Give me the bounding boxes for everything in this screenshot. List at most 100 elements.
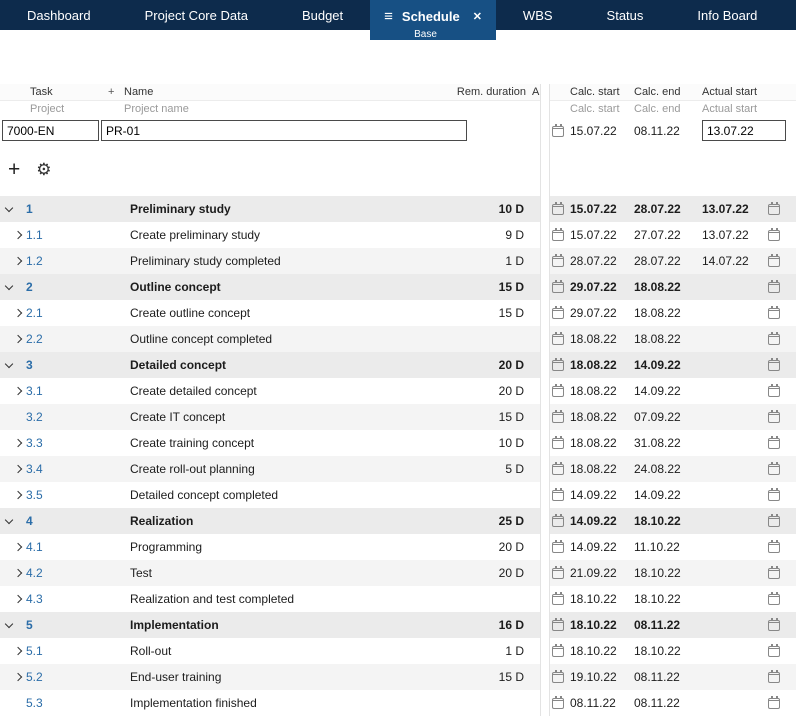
rem-duration-column-header[interactable]: Rem. duration: [457, 86, 526, 98]
task-row-3.1[interactable]: 3.1 Create detailed concept 20 D 18.08.22 14…: [0, 378, 796, 404]
task-row-2.1[interactable]: 2.1 Create outline concept 15 D 29.07.22 18.…: [0, 300, 796, 326]
tab-schedule[interactable]: ≡ Schedule ✕ Base: [370, 0, 496, 40]
chevron-right-icon[interactable]: [13, 464, 23, 474]
calendar-icon[interactable]: [552, 436, 564, 449]
project-name-input[interactable]: [101, 120, 467, 141]
task-row-5[interactable]: 5 Implementation 16 D 18.10.22 08.11.22: [0, 612, 796, 638]
calendar-icon[interactable]: [552, 410, 564, 423]
calendar-icon[interactable]: [768, 202, 780, 215]
calc-end-column-header[interactable]: Calc. end: [634, 86, 702, 98]
tab-status[interactable]: Status: [580, 0, 671, 30]
chevron-right-icon[interactable]: [13, 594, 23, 604]
task-row-1.1[interactable]: 1.1 Create preliminary study 9 D 15.07.22 27…: [0, 222, 796, 248]
calendar-icon[interactable]: [552, 254, 564, 267]
task-row-5.1[interactable]: 5.1 Roll-out 1 D 18.10.22 18.10.22: [0, 638, 796, 664]
task-row-4.2[interactable]: 4.2 Test 20 D 21.09.22 18.10.22: [0, 560, 796, 586]
calendar-icon[interactable]: [768, 384, 780, 397]
chevron-right-icon[interactable]: [13, 334, 23, 344]
calendar-icon[interactable]: [768, 514, 780, 527]
tab-budget[interactable]: Budget: [275, 0, 370, 30]
menu-icon[interactable]: ≡: [384, 9, 393, 24]
calendar-icon[interactable]: [552, 280, 564, 293]
chevron-right-icon[interactable]: [13, 308, 23, 318]
calendar-icon[interactable]: [768, 644, 780, 657]
calendar-icon[interactable]: [552, 670, 564, 683]
chevron-right-icon[interactable]: [13, 256, 23, 266]
tab-wbs[interactable]: WBS: [496, 0, 580, 30]
calendar-icon[interactable]: [552, 228, 564, 241]
name-column-header[interactable]: Name: [124, 86, 457, 98]
calendar-icon[interactable]: [768, 670, 780, 683]
task-row-4.3[interactable]: 4.3 Realization and test completed 18.10.2…: [0, 586, 796, 612]
calendar-icon[interactable]: [552, 462, 564, 475]
chevron-right-icon[interactable]: [13, 490, 23, 500]
calendar-icon[interactable]: [768, 592, 780, 605]
calendar-icon[interactable]: [768, 462, 780, 475]
task-row-3.5[interactable]: 3.5 Detailed concept completed 14.09.22 14.…: [0, 482, 796, 508]
calendar-icon[interactable]: [552, 696, 564, 709]
calendar-icon[interactable]: [768, 280, 780, 293]
chevron-down-icon[interactable]: [4, 203, 14, 212]
calendar-icon[interactable]: [768, 540, 780, 553]
calendar-icon[interactable]: [552, 540, 564, 553]
close-icon[interactable]: ✕: [473, 10, 482, 23]
chevron-down-icon[interactable]: [4, 281, 14, 290]
calendar-icon[interactable]: [552, 514, 564, 527]
actual-start-column-header[interactable]: Actual start: [702, 86, 766, 98]
calendar-icon[interactable]: [768, 696, 780, 709]
task-row-1[interactable]: 1 Preliminary study 10 D 15.07.22 28.07.22 13…: [0, 196, 796, 222]
calendar-icon[interactable]: [768, 228, 780, 241]
task-row-4[interactable]: 4 Realization 25 D 14.09.22 18.10.22: [0, 508, 796, 534]
calendar-icon[interactable]: [768, 410, 780, 423]
calendar-icon[interactable]: [552, 358, 564, 371]
task-row-1.2[interactable]: 1.2 Preliminary study completed 1 D 28.07.2…: [0, 248, 796, 274]
task-row-3.4[interactable]: 3.4 Create roll-out planning 5 D 18.08.22 24…: [0, 456, 796, 482]
calendar-icon[interactable]: [552, 332, 564, 345]
calendar-icon[interactable]: [768, 566, 780, 579]
gear-icon[interactable]: ⚙: [36, 160, 51, 180]
chevron-right-icon[interactable]: [13, 438, 23, 448]
task-column-header[interactable]: Task: [30, 86, 108, 98]
add-task-icon[interactable]: +: [8, 159, 20, 180]
calendar-icon[interactable]: [552, 306, 564, 319]
project-actual-start-input[interactable]: [702, 120, 786, 141]
chevron-right-icon[interactable]: [13, 568, 23, 578]
add-column-icon[interactable]: +: [108, 86, 124, 98]
tab-project-core-data[interactable]: Project Core Data: [118, 0, 275, 30]
task-row-5.2[interactable]: 5.2 End-user training 15 D 19.10.22 08.11.22: [0, 664, 796, 690]
calendar-icon[interactable]: [768, 488, 780, 501]
task-row-3.2[interactable]: 3.2 Create IT concept 15 D 18.08.22 07.09.22: [0, 404, 796, 430]
calendar-icon[interactable]: [552, 644, 564, 657]
task-row-4.1[interactable]: 4.1 Programming 20 D 14.09.22 11.10.22: [0, 534, 796, 560]
calendar-icon[interactable]: [552, 566, 564, 579]
calendar-icon[interactable]: [552, 384, 564, 397]
calendar-icon[interactable]: [552, 592, 564, 605]
chevron-right-icon[interactable]: [13, 386, 23, 396]
chevron-right-icon[interactable]: [13, 542, 23, 552]
chevron-down-icon[interactable]: [4, 515, 14, 524]
task-row-2.2[interactable]: 2.2 Outline concept completed 18.08.22 18.0…: [0, 326, 796, 352]
task-row-5.3[interactable]: 5.3 Implementation finished 08.11.22 08.11.…: [0, 690, 796, 716]
cut-off-column-header[interactable]: A: [526, 86, 540, 98]
task-row-3[interactable]: 3 Detailed concept 20 D 18.08.22 14.09.22: [0, 352, 796, 378]
chevron-right-icon[interactable]: [13, 230, 23, 240]
calendar-icon[interactable]: [552, 202, 564, 215]
chevron-right-icon[interactable]: [13, 646, 23, 656]
task-row-3.3[interactable]: 3.3 Create training concept 10 D 18.08.22 31…: [0, 430, 796, 456]
calendar-icon[interactable]: [768, 618, 780, 631]
calendar-icon[interactable]: [768, 254, 780, 267]
calendar-icon[interactable]: [768, 332, 780, 345]
chevron-down-icon[interactable]: [4, 359, 14, 368]
calc-start-column-header[interactable]: Calc. start: [570, 86, 634, 98]
project-id-input[interactable]: [2, 120, 99, 141]
calendar-icon[interactable]: [552, 488, 564, 501]
chevron-right-icon[interactable]: [13, 672, 23, 682]
calendar-icon[interactable]: [768, 358, 780, 371]
calendar-icon[interactable]: [552, 618, 564, 631]
calendar-icon[interactable]: [768, 306, 780, 319]
tab-info-board[interactable]: Info Board: [670, 0, 784, 30]
task-row-2[interactable]: 2 Outline concept 15 D 29.07.22 18.08.22: [0, 274, 796, 300]
tab-dashboard[interactable]: Dashboard: [0, 0, 118, 30]
chevron-down-icon[interactable]: [4, 619, 14, 628]
calendar-icon[interactable]: [552, 123, 564, 137]
